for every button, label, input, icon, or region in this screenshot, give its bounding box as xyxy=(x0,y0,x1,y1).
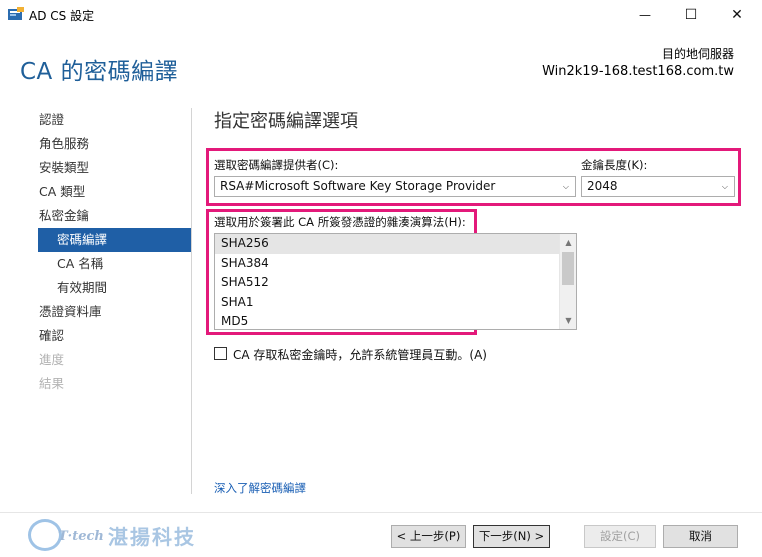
admin-interaction-checkbox[interactable] xyxy=(214,347,227,360)
admin-interaction-label[interactable]: CA 存取私密金鑰時，允許系統管理員互動。(A) xyxy=(233,346,487,363)
hash-algorithm-listbox[interactable]: SHA256 SHA384 SHA512 SHA1 MD5 ▲ ▼ xyxy=(214,233,577,330)
sidebar-item-confirmation[interactable]: 確認 xyxy=(0,324,192,348)
title-bar: AD CS 設定 — ☐ ✕ xyxy=(0,0,762,30)
back-button[interactable]: < 上一步(P) xyxy=(391,525,466,548)
list-item[interactable]: SHA384 xyxy=(215,254,576,274)
provider-dropdown-value: RSA#Microsoft Software Key Storage Provi… xyxy=(220,179,496,193)
learn-more-link[interactable]: 深入了解密碼編譯 xyxy=(214,480,306,496)
watermark-brand: T·tech xyxy=(58,529,104,544)
section-title: 指定密碼編譯選項 xyxy=(214,111,358,132)
scroll-thumb[interactable] xyxy=(562,252,574,285)
provider-label: 選取密碼編譯提供者(C): xyxy=(214,158,339,172)
window-title: AD CS 設定 xyxy=(29,9,95,23)
sidebar-item-credentials[interactable]: 認證 xyxy=(0,108,192,132)
list-item[interactable]: SHA256 xyxy=(215,234,576,254)
sidebar-item-progress: 進度 xyxy=(39,352,65,367)
minimize-button[interactable]: — xyxy=(622,0,668,30)
scroll-up-icon[interactable]: ▲ xyxy=(560,234,576,251)
sidebar-item-ca-type[interactable]: CA 類型 xyxy=(0,180,192,204)
watermark-logo: T·tech 湛揚科技 xyxy=(28,517,218,553)
sidebar-item-private-key[interactable]: 私密金鑰 xyxy=(0,204,192,228)
maximize-button[interactable]: ☐ xyxy=(668,0,714,30)
sidebar-item-validity-period[interactable]: 有效期間 xyxy=(0,276,192,300)
hash-algorithm-label: 選取用於簽署此 CA 所簽發憑證的雜湊演算法(H): xyxy=(214,215,466,229)
ad-cs-config-window: AD CS 設定 — ☐ ✕ CA 的密碼編譯 目的地伺服器 Win2k19-1… xyxy=(0,0,762,557)
maximize-icon: ☐ xyxy=(684,7,698,23)
wizard-step-list: 認證 角色服務 安裝類型 CA 類型 私密金鑰 密碼編譯 CA 名稱 有效期間 … xyxy=(0,108,192,396)
list-item[interactable]: MD5 xyxy=(215,312,576,329)
sidebar-item-results: 結果 xyxy=(39,376,65,391)
footer-divider xyxy=(0,512,762,513)
sidebar-item-cryptography[interactable]: 密碼編譯 xyxy=(38,228,192,252)
chevron-down-icon: ⌵ xyxy=(562,182,569,191)
list-item[interactable]: SHA1 xyxy=(215,293,576,313)
key-length-dropdown[interactable]: 2048 ⌵ xyxy=(581,176,735,197)
page-title: CA 的密碼編譯 xyxy=(20,59,179,85)
watermark-circle-icon xyxy=(28,519,62,551)
next-button[interactable]: 下一步(N) > xyxy=(473,525,550,548)
listbox-scrollbar[interactable]: ▲ ▼ xyxy=(559,234,576,329)
sidebar-divider xyxy=(191,108,192,494)
key-length-dropdown-value: 2048 xyxy=(587,179,618,193)
sidebar-item-setup-type[interactable]: 安裝類型 xyxy=(0,156,192,180)
cancel-button[interactable]: 取消 xyxy=(663,525,738,548)
key-length-label: 金鑰長度(K): xyxy=(581,158,648,172)
server-manager-icon xyxy=(8,7,24,20)
chevron-down-icon: ⌵ xyxy=(721,182,728,191)
provider-dropdown[interactable]: RSA#Microsoft Software Key Storage Provi… xyxy=(214,176,576,197)
sidebar-item-certificate-database[interactable]: 憑證資料庫 xyxy=(0,300,192,324)
sidebar-item-role-services[interactable]: 角色服務 xyxy=(0,132,192,156)
watermark-text: 湛揚科技 xyxy=(108,525,196,549)
close-button[interactable]: ✕ xyxy=(714,0,760,30)
sidebar-item-ca-name[interactable]: CA 名稱 xyxy=(0,252,192,276)
minimize-icon: — xyxy=(639,8,651,22)
destination-server-label: 目的地伺服器 xyxy=(661,47,734,61)
close-icon: ✕ xyxy=(731,7,743,23)
scroll-down-icon[interactable]: ▼ xyxy=(560,312,576,329)
destination-server-name: Win2k19-168.test168.com.tw xyxy=(542,64,734,79)
list-item[interactable]: SHA512 xyxy=(215,273,576,293)
configure-button: 設定(C) xyxy=(584,525,656,548)
